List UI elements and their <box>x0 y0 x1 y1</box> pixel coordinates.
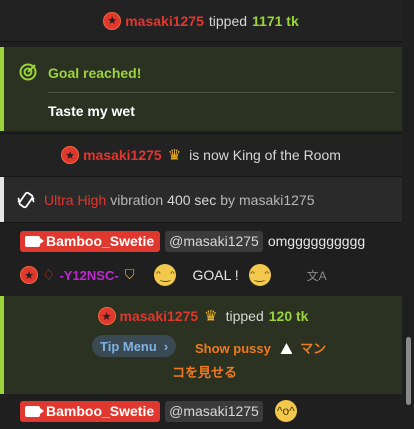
username-pill[interactable]: Bamboo_Swetie <box>20 230 161 252</box>
goal-divider <box>48 92 394 93</box>
camera-icon <box>25 405 44 417</box>
user-badge-icon: ★ <box>20 266 38 284</box>
tip-item-line1: Show pussy マン <box>195 338 326 357</box>
mention-tag[interactable]: @masaki1275 <box>165 400 263 422</box>
tip-verb: tipped <box>208 12 248 29</box>
goal-heading: Goal reached! <box>48 65 142 81</box>
vibration-user[interactable]: masaki1275 <box>239 192 315 208</box>
tip-item-text: Show pussy <box>195 341 271 356</box>
king-text: is now King of the Room <box>189 147 341 163</box>
goal-subject: Taste my wet <box>48 103 135 119</box>
chat-message: Bamboo_Swetie @masaki1275 ^o^ <box>0 398 402 424</box>
king-user[interactable]: masaki1275 <box>83 147 162 163</box>
vibration-icon <box>16 190 36 210</box>
user-badge-icon: ★ <box>103 11 122 30</box>
king-notice: ★ masaki1275 ♛ is now King of the Room <box>0 134 402 176</box>
laughing-emoji-icon: ^o^ <box>274 400 297 422</box>
user-badge-icon: ★ <box>97 307 116 325</box>
vibration-by: by <box>220 191 236 208</box>
translate-icon[interactable]: 文A <box>307 267 327 284</box>
goal-target-icon <box>19 63 37 81</box>
tip-notice: ★ masaki1275 tipped 1171 tk <box>0 0 402 41</box>
vibration-duration: 400 sec <box>167 191 217 208</box>
crown-icon: ♛ <box>204 308 218 325</box>
tipper-name[interactable]: masaki1275 <box>125 13 204 29</box>
vibration-level: Ultra High <box>44 191 107 208</box>
tip-item-text-jp: マン <box>300 341 327 356</box>
vibration-kind: vibration <box>110 191 164 208</box>
message-text: omgggggggggg <box>267 233 366 249</box>
message-text: GOAL ! <box>192 267 239 283</box>
shield-icon: ⛉ <box>124 267 135 282</box>
tip-menu-chip[interactable]: Tip Menu › <box>92 335 177 357</box>
onigiri-icon <box>280 343 293 354</box>
tip-amount: 120 tk <box>268 308 309 324</box>
tipper-name[interactable]: masaki1275 <box>120 308 199 324</box>
username: Bamboo_Swetie <box>46 403 155 419</box>
happy-emoji-icon: ᵔ‿ᵔ <box>154 264 177 286</box>
scrollbar-thumb[interactable] <box>406 337 411 405</box>
vibration-notice: Ultra High vibration 400 sec by masaki12… <box>0 177 402 222</box>
tip-verb: tipped <box>225 308 264 324</box>
username-pill[interactable]: Bamboo_Swetie <box>20 400 161 422</box>
crown-icon: ♛ <box>167 147 182 164</box>
camera-icon <box>25 235 44 247</box>
chat-message: ★ ♢ -Y12NSC- ⛉ ᵔ‿ᵔ GOAL ! ᵔ‿ᵔ 文A <box>0 259 402 291</box>
mention-tag[interactable]: @masaki1275 <box>165 230 263 252</box>
tip-amount: 1171 tk <box>252 12 299 29</box>
diamond-icon: ♢ <box>42 267 56 284</box>
username[interactable]: -Y12NSC- <box>59 268 118 283</box>
goal-reached-block: Goal reached! Taste my wet <box>0 47 402 131</box>
user-badge-icon: ★ <box>61 146 80 164</box>
tip-menu-notice: ★ masaki1275 ♛ tipped 120 tk Tip Menu › … <box>0 296 402 394</box>
chevron-right-icon: › <box>163 338 169 354</box>
username: Bamboo_Swetie <box>46 233 155 249</box>
tip-item-line2: コを見せる <box>172 365 238 380</box>
happy-emoji-icon: ᵔ‿ᵔ <box>248 264 271 286</box>
chat-message: Bamboo_Swetie @masaki1275 omgggggggggg <box>0 228 402 254</box>
tip-menu-label: Tip Menu <box>100 338 157 354</box>
